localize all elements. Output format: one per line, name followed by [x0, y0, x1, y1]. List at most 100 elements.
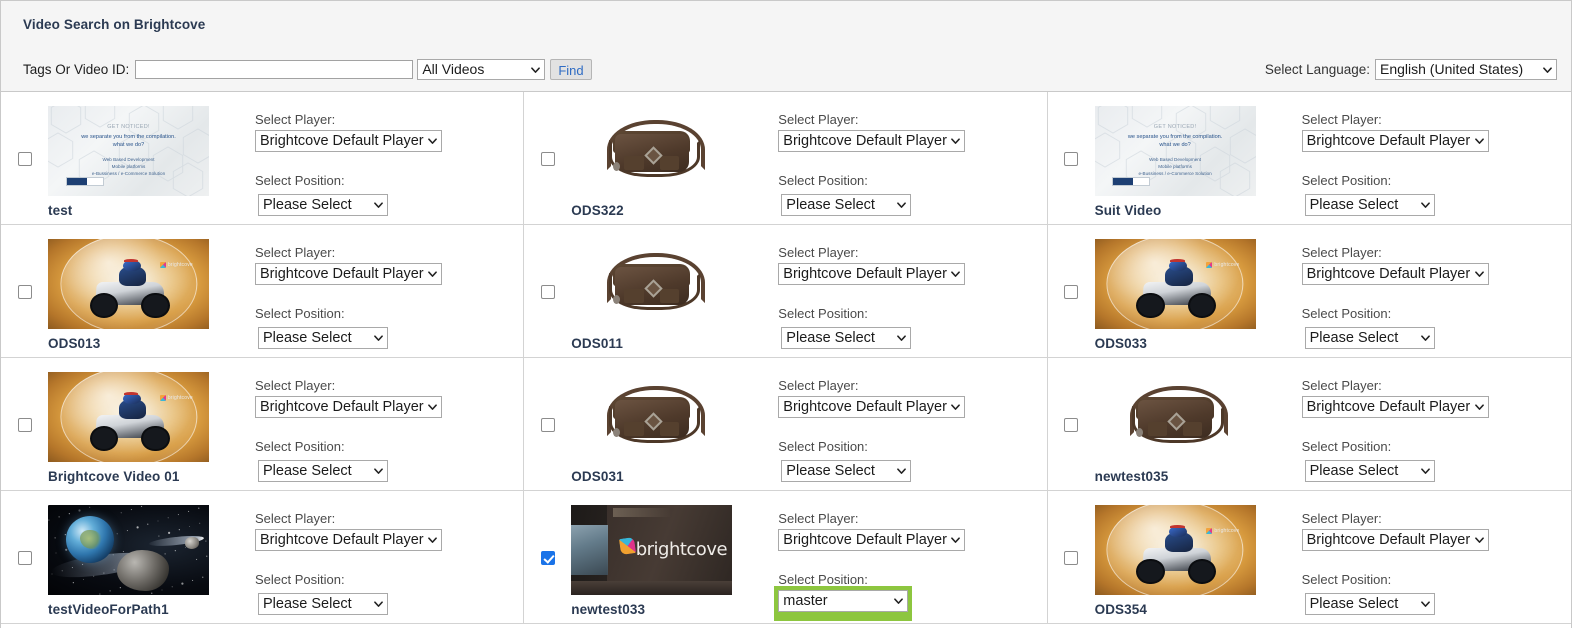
brightcove-logo-icon: brightcove [1206, 527, 1239, 534]
find-button[interactable]: Find [550, 59, 592, 80]
select-position-dropdown[interactable]: Please Select [1304, 460, 1435, 482]
select-position-label: Select Position: [778, 306, 868, 321]
select-position-dropdown[interactable]: Please Select [258, 593, 388, 615]
thumbnail-art-atv-bubble: brightcove [1094, 505, 1256, 595]
select-video-checkbox[interactable] [17, 151, 32, 166]
search-input[interactable] [135, 60, 414, 79]
select-video-checkbox[interactable] [17, 550, 32, 565]
select-player-dropdown[interactable]: Brightcove Default Player [778, 396, 966, 418]
select-position-dropdown[interactable]: Please Select [1304, 194, 1435, 216]
select-video-checkbox[interactable] [1064, 284, 1079, 299]
select-video-checkbox[interactable] [540, 550, 555, 565]
select-player-dropdown[interactable]: Brightcove Default Player [1301, 396, 1489, 418]
select-video-checkbox-wrapper [524, 225, 571, 358]
select-player-value: Brightcove Default Player [260, 532, 424, 548]
select-player-dropdown[interactable]: Brightcove Default Player [778, 263, 966, 285]
thumb-headline: GET NOTICED! [1153, 124, 1197, 130]
language-select[interactable]: English (United States) [1375, 59, 1557, 80]
brightcove-logo-icon: brightcove [159, 394, 193, 401]
select-position-dropdown[interactable]: Please Select [781, 194, 912, 216]
select-player-dropdown[interactable]: Brightcove Default Player [778, 529, 966, 551]
select-player-label: Select Player: [255, 511, 336, 526]
select-video-checkbox[interactable] [540, 284, 555, 299]
video-thumbnail[interactable] [48, 505, 209, 595]
select-player-dropdown[interactable]: Brightcove Default Player [255, 529, 442, 551]
select-position-label: Select Position: [1301, 439, 1392, 454]
select-position-dropdown[interactable]: Please Select [258, 460, 388, 482]
select-player-dropdown[interactable]: Brightcove Default Player [778, 130, 966, 152]
video-thumbnail[interactable]: brightcove [48, 372, 209, 462]
select-player-dropdown[interactable]: Brightcove Default Player [255, 263, 442, 285]
brightcove-logo-icon [618, 537, 636, 556]
video-thumbnail[interactable]: brightcove [1094, 505, 1256, 595]
select-video-checkbox[interactable] [1064, 417, 1079, 432]
select-video-checkbox-wrapper [1, 92, 48, 225]
select-video-checkbox[interactable] [17, 417, 32, 432]
video-search-page: Video Search on Brightcove Tags Or Video… [0, 0, 1572, 628]
chevron-down-icon [1420, 334, 1430, 343]
chevron-down-icon [897, 201, 907, 210]
select-player-label: Select Player: [778, 378, 859, 393]
video-controls: Select Player: Brightcove Default Player S… [1300, 491, 1571, 623]
video-name: test [48, 203, 73, 218]
select-player-dropdown[interactable]: Brightcove Default Player [1301, 130, 1489, 152]
thumb-bullets: Web Based Development Mobile platforms e-B… [91, 156, 166, 177]
video-controls: Select Player: Brightcove Default Player S… [776, 358, 1046, 490]
select-position-value: Please Select [786, 330, 875, 346]
thumbnail-art-leather-bag [571, 106, 733, 196]
select-video-checkbox[interactable] [1064, 151, 1079, 166]
video-thumbnail[interactable]: brightcove [1094, 239, 1256, 329]
video-controls: Select Player: Brightcove Default Player S… [776, 92, 1046, 224]
select-player-value: Brightcove Default Player [783, 399, 947, 415]
select-position-highlight: Please Select [1302, 457, 1438, 490]
video-thumbnail[interactable] [1094, 372, 1256, 462]
select-position-dropdown[interactable]: master [778, 590, 909, 612]
select-player-value: Brightcove Default Player [1306, 532, 1471, 548]
select-video-checkbox[interactable] [1064, 550, 1079, 565]
select-position-highlight: Please Select [778, 457, 914, 490]
select-video-checkbox[interactable] [540, 417, 555, 432]
select-position-dropdown[interactable]: Please Select [781, 327, 912, 349]
language-row: Select Language: English (United States) [1265, 59, 1557, 80]
select-player-dropdown[interactable]: Brightcove Default Player [1301, 263, 1489, 285]
select-position-highlight: Please Select [255, 457, 391, 490]
select-player-dropdown[interactable]: Brightcove Default Player [255, 130, 442, 152]
select-position-dropdown[interactable]: Please Select [258, 327, 388, 349]
video-thumbnail[interactable] [571, 372, 733, 462]
video-thumbnail[interactable]: brightcove [571, 505, 733, 595]
select-position-dropdown[interactable]: Please Select [781, 460, 912, 482]
video-controls: Select Player: Brightcove Default Player S… [1300, 92, 1571, 224]
select-position-dropdown[interactable]: Please Select [1304, 593, 1435, 615]
select-position-highlight: Please Select [778, 191, 914, 224]
video-thumbnail[interactable]: GET NOTICED! we separate you from the com… [48, 106, 209, 196]
video-result-cell: newtest035 Select Player: Brightcove Defau… [1047, 358, 1571, 490]
select-position-value: Please Select [1309, 330, 1399, 346]
thumbnail-art-corporate-slide: GET NOTICED! we separate you from the com… [1094, 106, 1256, 196]
select-player-value: Brightcove Default Player [783, 532, 947, 548]
select-position-value: master [783, 593, 828, 609]
select-player-dropdown[interactable]: Brightcove Default Player [1301, 529, 1489, 551]
video-controls: Select Player: Brightcove Default Player S… [253, 92, 523, 224]
select-player-label: Select Player: [255, 245, 336, 260]
chevron-down-icon [1420, 600, 1430, 609]
select-position-highlight: Please Select [778, 324, 914, 357]
select-video-checkbox[interactable] [17, 284, 32, 299]
select-position-dropdown[interactable]: Please Select [1304, 327, 1435, 349]
select-position-value: Please Select [786, 463, 875, 479]
video-thumbnail[interactable]: GET NOTICED! we separate you from the com… [1094, 106, 1256, 196]
table-row: GET NOTICED! we separate you from the com… [1, 92, 1571, 225]
video-controls: Select Player: Brightcove Default Player S… [1300, 225, 1571, 357]
video-thumbnail[interactable] [571, 106, 733, 196]
video-name: ODS354 [1094, 602, 1147, 617]
video-scope-select[interactable]: All Videos [417, 59, 546, 80]
video-thumbnail[interactable]: brightcove [48, 239, 209, 329]
select-player-dropdown[interactable]: Brightcove Default Player [255, 396, 442, 418]
select-position-value: Please Select [786, 197, 875, 213]
select-video-checkbox[interactable] [540, 151, 555, 166]
thumbnail-art-leather-bag [571, 239, 733, 329]
thumbnail-art-corporate-slide: GET NOTICED! we separate you from the com… [48, 106, 209, 196]
select-position-dropdown[interactable]: Please Select [258, 194, 388, 216]
select-player-value: Brightcove Default Player [1306, 266, 1471, 282]
video-result-cell: brightcove ODS013 Select Player: Brightcove… [1, 225, 525, 357]
video-thumbnail[interactable] [571, 239, 733, 329]
